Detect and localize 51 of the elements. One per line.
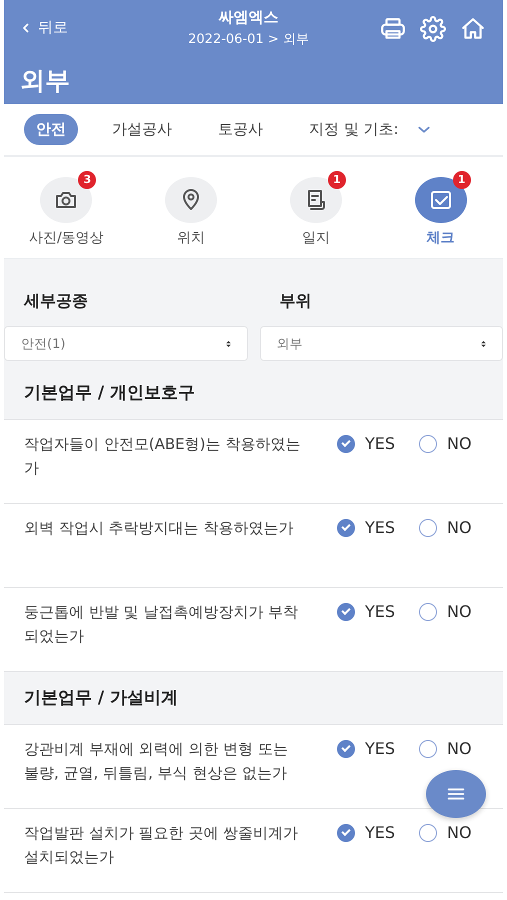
section-title: 기본업무 / 가설비계 <box>4 672 503 725</box>
radio-button[interactable] <box>419 824 437 842</box>
option-label: YES <box>365 434 396 453</box>
action-label[interactable]: 사진/동영상 <box>29 228 104 246</box>
option-label: NO <box>447 434 473 453</box>
option-label: YES <box>365 602 396 621</box>
print-icon[interactable] <box>379 16 407 42</box>
option-label: YES <box>365 823 396 842</box>
option-label: NO <box>447 823 473 842</box>
menu-button[interactable] <box>426 770 486 818</box>
action-label[interactable]: 일지 <box>302 228 330 246</box>
tab[interactable]: 가설공사 <box>100 114 184 145</box>
option-label: NO <box>447 739 473 758</box>
filter-label: 부위 <box>278 291 312 312</box>
filter-label: 세부공종 <box>22 291 89 312</box>
radio-button[interactable] <box>419 434 437 452</box>
radio-button[interactable] <box>419 740 437 758</box>
settings-icon[interactable] <box>419 16 447 42</box>
count-badge: 1 <box>328 170 346 188</box>
action-button[interactable] <box>40 176 92 222</box>
option-label: YES <box>365 518 396 537</box>
option-label: NO <box>447 518 473 537</box>
option-label: YES <box>365 739 396 758</box>
home-icon[interactable] <box>459 16 487 42</box>
question-text: 작업자들이 안전모(ABE형)는 착용하였는가 <box>24 434 302 479</box>
tab[interactable]: 토공사 <box>206 114 275 145</box>
action-label[interactable]: 위치 <box>177 228 206 246</box>
select-field[interactable]: 안전(1) <box>4 326 248 361</box>
radio-button[interactable] <box>337 518 355 536</box>
option-label: NO <box>447 602 473 621</box>
section-title: 기본업무 / 개인보호구 <box>4 367 503 420</box>
select-field[interactable]: 외부 <box>260 326 503 361</box>
breadcrumb: 2022-06-01 > 외부 <box>188 31 309 48</box>
app-title: 싸엠엑스 <box>218 8 278 27</box>
radio-button[interactable] <box>419 518 437 536</box>
question-text: 외벽 작업시 추락방지대는 착용하였는가 <box>24 518 294 539</box>
action-button[interactable] <box>290 176 342 222</box>
radio-button[interactable] <box>337 824 355 842</box>
radio-button[interactable] <box>337 740 355 758</box>
question-text: 강관비계 부재에 외력에 의한 변형 또는 불량, 균열, 뒤틀림, 부식 현상은 없는가 <box>24 739 289 784</box>
question-text: 작업발판 설치가 필요한 곳에 쌍줄비계가 설치되었는가 <box>24 823 300 868</box>
question-text: 둥근톱에 반발 및 날접촉예방장치가 부착되었는가 <box>24 602 300 647</box>
count-badge: 3 <box>78 170 96 188</box>
action-button[interactable] <box>414 176 467 222</box>
radio-button[interactable] <box>337 434 355 452</box>
action-label[interactable]: 체크 <box>426 228 455 246</box>
count-badge: 1 <box>452 170 471 188</box>
tab[interactable]: 지정 및 기초: <box>297 114 411 145</box>
radio-button[interactable] <box>337 602 355 620</box>
page-title: 외부 <box>20 65 71 97</box>
radio-button[interactable] <box>419 602 437 620</box>
